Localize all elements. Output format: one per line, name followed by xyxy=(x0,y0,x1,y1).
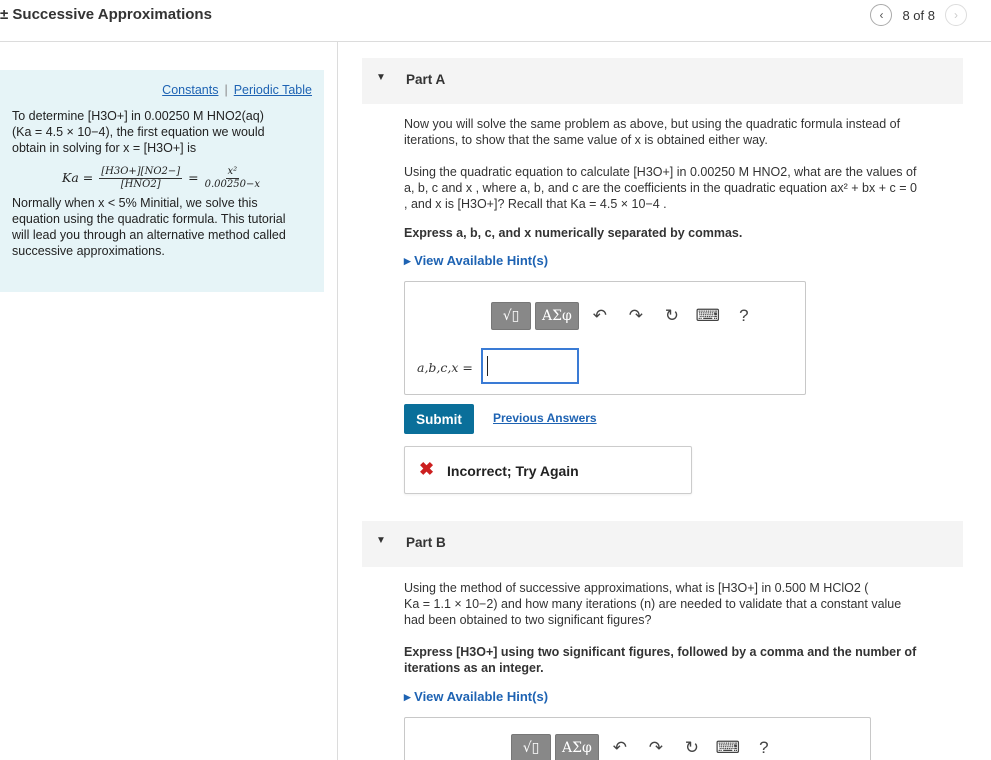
previous-answers-link[interactable]: Previous Answers xyxy=(493,411,597,425)
part-b-hint-link[interactable]: ▸ View Available Hint(s) xyxy=(404,689,548,705)
part-a-question-line-2: a, b, c and x , where a, b, and c are th… xyxy=(404,181,917,195)
part-a-label: Part A xyxy=(406,72,446,87)
greek-letters-button[interactable]: ΑΣφ xyxy=(535,302,579,330)
part-b-express-line-1: Express [H3O+] using two significant fig… xyxy=(404,645,917,659)
answer-label: a,b,c,x = xyxy=(417,360,473,375)
outro-line-3: will lead you through an alternative met… xyxy=(12,228,286,242)
intro-line-2: (Ka = 4.5 × 10−4), the first equation we… xyxy=(12,125,265,139)
help-button[interactable]: ? xyxy=(749,734,779,760)
math-toolbar: √▯ ΑΣφ ↶ ↷ ↻ ⌨ ? xyxy=(491,302,759,330)
template-group: √▯ ΑΣφ xyxy=(491,302,579,330)
part-b-question-line-1: Using the method of successive approxima… xyxy=(404,581,869,595)
ka-equation: Ka = [H3O+][NO2−] [HNO2] = x² 0.00250−x xyxy=(12,166,312,191)
feedback-message: Incorrect; Try Again xyxy=(447,463,579,479)
answer-input[interactable] xyxy=(481,348,579,384)
greek-letters-button[interactable]: ΑΣφ xyxy=(555,734,599,760)
ka-fraction: [H3O+][NO2−] [HNO2] xyxy=(99,166,183,191)
templates-button[interactable]: √▯ xyxy=(491,302,531,330)
keyboard-icon[interactable]: ⌨ xyxy=(713,734,743,760)
part-a-question-line-1: Using the quadratic equation to calculat… xyxy=(404,165,917,179)
part-b-question: Using the method of successive approxima… xyxy=(404,580,966,628)
part-a-intro-line-1: Now you will solve the same problem as a… xyxy=(404,117,901,131)
help-button[interactable]: ? xyxy=(729,302,759,330)
header-bar: ± Successive Approximations ‹ 8 of 8 › xyxy=(0,0,991,42)
equals-sign: = xyxy=(188,170,199,185)
pager-count: 8 of 8 xyxy=(902,7,935,23)
chevron-left-icon[interactable]: ‹ xyxy=(870,4,893,26)
constants-link[interactable]: Constants xyxy=(162,83,218,97)
text-caret xyxy=(487,356,488,376)
intro-text: To determine [H3O+] in 0.00250 M HNO2(aq… xyxy=(12,108,312,156)
chevron-right-icon[interactable]: › xyxy=(945,4,967,26)
pager-nav: ‹ 8 of 8 › xyxy=(870,4,967,26)
intro-line-3: obtain in solving for x = [H3O+] is xyxy=(12,141,197,155)
intro-panel: Constants | Periodic Table To determine [H… xyxy=(0,70,324,292)
part-a-question-line-3: , and x is [H3O+]? Recall that Ka = 4.5 … xyxy=(404,197,667,211)
part-b-header[interactable]: ▼ Part B xyxy=(362,521,963,567)
feedback-box: ✖ Incorrect; Try Again xyxy=(404,446,692,494)
redo-icon[interactable]: ↷ xyxy=(641,734,671,760)
part-b-express: Express [H3O+] using two significant fig… xyxy=(404,644,966,676)
part-a-hint-link[interactable]: ▸ View Available Hint(s) xyxy=(404,253,548,269)
column-divider xyxy=(337,42,338,760)
ka-fraction-denominator: [HNO2] xyxy=(120,179,161,190)
resource-links: Constants | Periodic Table xyxy=(12,82,312,98)
outro-line-4: successive approximations. xyxy=(12,244,165,258)
part-b-express-line-2: iterations as an integer. xyxy=(404,661,544,675)
x-fraction-numerator: x² xyxy=(225,166,240,179)
undo-icon[interactable]: ↶ xyxy=(605,734,635,760)
x-fraction-denominator: 0.00250−x xyxy=(204,179,261,190)
template-group: √▯ ΑΣφ xyxy=(511,734,599,760)
undo-icon[interactable]: ↶ xyxy=(585,302,615,330)
math-toolbar: √▯ ΑΣφ ↶ ↷ ↻ ⌨ ? xyxy=(511,734,779,760)
reset-icon[interactable]: ↻ xyxy=(657,302,687,330)
keyboard-icon[interactable]: ⌨ xyxy=(693,302,723,330)
ka-fraction-numerator: [H3O+][NO2−] xyxy=(99,166,183,179)
part-b-question-line-2: Ka = 1.1 × 10−2) and how many iterations… xyxy=(404,597,902,611)
collapse-triangle-icon[interactable]: ▼ xyxy=(376,535,386,546)
part-a-intro: Now you will solve the same problem as a… xyxy=(404,116,966,148)
outro-line-2: equation using the quadratic formula. Th… xyxy=(12,212,286,226)
incorrect-icon: ✖ xyxy=(419,459,435,479)
intro-line-1: To determine [H3O+] in 0.00250 M HNO2(aq… xyxy=(12,109,264,123)
collapse-triangle-icon[interactable]: ▼ xyxy=(376,72,386,83)
outro-text: Normally when x < 5% Minitial, we solve … xyxy=(12,195,312,259)
part-a-intro-line-2: iterations, to show that the same value … xyxy=(404,133,768,147)
submit-button[interactable]: Submit xyxy=(404,404,474,434)
x-fraction: x² 0.00250−x xyxy=(205,166,260,191)
outro-line-1: Normally when x < 5% Minitial, we solve … xyxy=(12,196,258,210)
part-b-answer-box: √▯ ΑΣφ ↶ ↷ ↻ ⌨ ? xyxy=(404,717,871,760)
part-a-header[interactable]: ▼ Part A xyxy=(362,58,963,104)
periodic-table-link[interactable]: Periodic Table xyxy=(234,83,312,97)
templates-button[interactable]: √▯ xyxy=(511,734,551,760)
part-a-answer-box: √▯ ΑΣφ ↶ ↷ ↻ ⌨ ? a,b,c,x = xyxy=(404,281,806,395)
part-a-question: Using the quadratic equation to calculat… xyxy=(404,164,966,212)
link-separator: | xyxy=(224,83,228,97)
part-b-label: Part B xyxy=(406,535,446,550)
redo-icon[interactable]: ↷ xyxy=(621,302,651,330)
page-title: ± Successive Approximations xyxy=(0,6,212,23)
part-b-question-line-3: had been obtained to two significant fig… xyxy=(404,613,652,627)
part-a-express: Express a, b, c, and x numerically separ… xyxy=(404,226,743,240)
reset-icon[interactable]: ↻ xyxy=(677,734,707,760)
ka-label: Ka = xyxy=(61,170,94,185)
